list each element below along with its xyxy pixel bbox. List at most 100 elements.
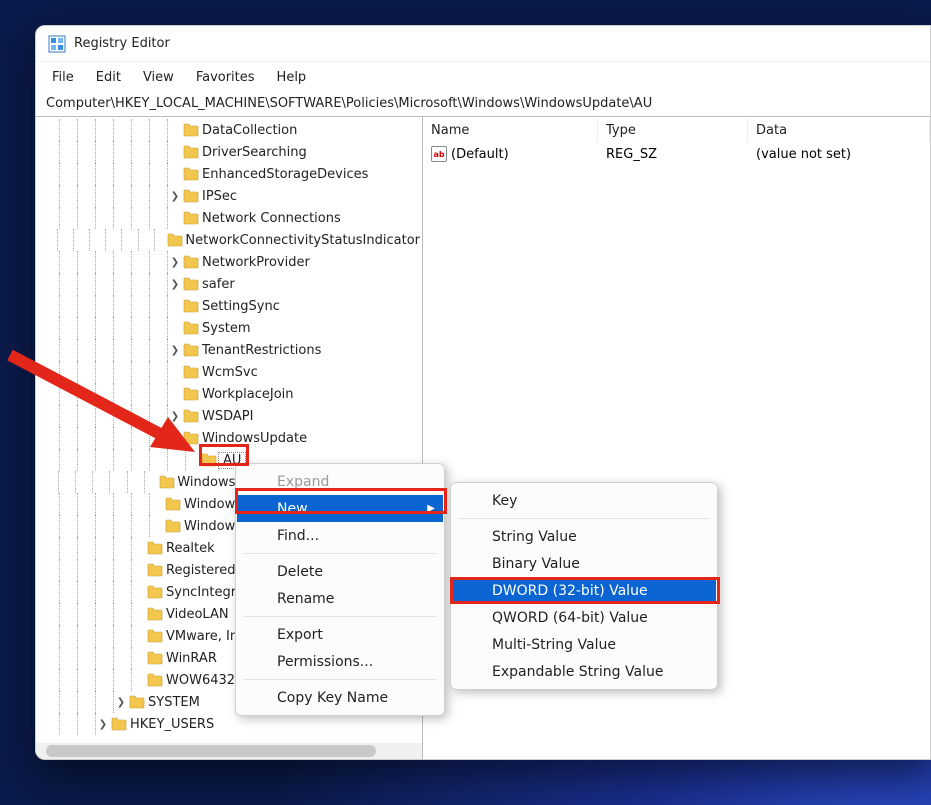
- expand-chevron-icon[interactable]: ❯: [96, 719, 110, 730]
- tree-node[interactable]: NetworkConnectivityStatusIndicator: [36, 229, 422, 251]
- tree-node[interactable]: ❯WSDAPI: [36, 405, 422, 427]
- submenu-item[interactable]: DWORD (32-bit) Value: [452, 577, 716, 604]
- tree-node-label: NetworkProvider: [200, 255, 312, 270]
- ctx-item[interactable]: New▶: [237, 495, 443, 522]
- expand-chevron-icon[interactable]: [132, 609, 146, 620]
- submenu-item[interactable]: Binary Value: [452, 550, 716, 577]
- expand-chevron-icon[interactable]: [168, 147, 182, 158]
- tree-node[interactable]: ❯ IPSec: [36, 185, 422, 207]
- tree-node[interactable]: WorkplaceJoin: [36, 383, 422, 405]
- tree-node[interactable]: SettingSync: [36, 295, 422, 317]
- value-row[interactable]: ab (Default) REG_SZ (value not set): [423, 143, 930, 165]
- folder-icon: [182, 409, 200, 423]
- folder-icon: [146, 651, 164, 665]
- folder-icon: [146, 673, 164, 687]
- address-bar[interactable]: Computer\HKEY_LOCAL_MACHINE\SOFTWARE\Pol…: [36, 92, 930, 117]
- tree-node-label: TenantRestrictions: [200, 343, 323, 358]
- expand-chevron-icon[interactable]: ❯: [168, 345, 182, 356]
- value-name: (Default): [451, 147, 509, 162]
- expand-chevron-icon[interactable]: [132, 631, 146, 642]
- expand-chevron-icon[interactable]: [132, 675, 146, 686]
- folder-icon: [146, 629, 164, 643]
- tree-node[interactable]: ❯ NetworkProvider: [36, 251, 422, 273]
- tree-node-label: WindowsUpdate: [200, 431, 309, 446]
- tree-node-label: IPSec: [200, 189, 239, 204]
- tree-node[interactable]: DataCollection: [36, 119, 422, 141]
- folder-icon: [146, 541, 164, 555]
- expand-chevron-icon[interactable]: ❯: [168, 257, 182, 268]
- ctx-item[interactable]: Copy Key Name: [237, 684, 443, 711]
- expand-chevron-icon[interactable]: [145, 477, 158, 488]
- expand-chevron-icon[interactable]: [132, 565, 146, 576]
- window-title: Registry Editor: [74, 36, 170, 51]
- submenu-item[interactable]: Key: [452, 487, 716, 514]
- submenu-item[interactable]: Expandable String Value: [452, 658, 716, 685]
- value-type: REG_SZ: [598, 145, 748, 164]
- ctx-item[interactable]: Rename: [237, 585, 443, 612]
- submenu-item[interactable]: Multi-String Value: [452, 631, 716, 658]
- ctx-item[interactable]: Export: [237, 621, 443, 648]
- col-name[interactable]: Name: [423, 119, 598, 142]
- expand-chevron-icon[interactable]: [186, 455, 200, 466]
- folder-icon: [182, 123, 200, 137]
- col-data[interactable]: Data: [748, 119, 930, 142]
- menu-view[interactable]: View: [133, 66, 184, 89]
- app-icon: [48, 35, 66, 53]
- tree-node[interactable]: WcmSvc: [36, 361, 422, 383]
- menu-file[interactable]: File: [42, 66, 84, 89]
- expand-chevron-icon[interactable]: [168, 125, 182, 136]
- expand-chevron-icon[interactable]: [150, 521, 164, 532]
- expand-chevron-icon[interactable]: [168, 301, 182, 312]
- folder-icon: [182, 189, 200, 203]
- tree-node[interactable]: ⌄ WindowsUpdate: [36, 427, 422, 449]
- submenu-item[interactable]: String Value: [452, 523, 716, 550]
- tree-node[interactable]: ❯ HKEY_USERS: [36, 713, 422, 735]
- tree-node[interactable]: System: [36, 317, 422, 339]
- tree-node[interactable]: ❯safer: [36, 273, 422, 295]
- list-header: Name Type Data: [423, 117, 930, 143]
- menu-help[interactable]: Help: [267, 66, 317, 89]
- expand-chevron-icon[interactable]: ⌄: [168, 433, 182, 444]
- tree-hscrollbar[interactable]: [36, 743, 422, 759]
- folder-icon: [182, 299, 200, 313]
- expand-chevron-icon[interactable]: [150, 499, 164, 510]
- ctx-item[interactable]: Permissions...: [237, 648, 443, 675]
- expand-chevron-icon[interactable]: [132, 653, 146, 664]
- new-submenu: Key String ValueBinary ValueDWORD (32-bit…: [450, 482, 718, 690]
- expand-chevron-icon[interactable]: ❯: [114, 697, 128, 708]
- menu-edit[interactable]: Edit: [86, 66, 131, 89]
- ctx-item[interactable]: Delete: [237, 558, 443, 585]
- expand-chevron-icon[interactable]: [168, 323, 182, 334]
- expand-chevron-icon[interactable]: ❯: [168, 279, 182, 290]
- folder-icon: [182, 321, 200, 335]
- ctx-item[interactable]: Find...: [237, 522, 443, 549]
- submenu-item[interactable]: QWORD (64-bit) Value: [452, 604, 716, 631]
- tree-node[interactable]: Network Connections: [36, 207, 422, 229]
- expand-chevron-icon[interactable]: [168, 169, 182, 180]
- expand-chevron-icon[interactable]: [168, 367, 182, 378]
- scrollbar-thumb[interactable]: [46, 745, 376, 757]
- expand-chevron-icon[interactable]: [132, 587, 146, 598]
- tree-node[interactable]: ❯ TenantRestrictions: [36, 339, 422, 361]
- menu-favorites[interactable]: Favorites: [186, 66, 265, 89]
- tree-node-label: DriverSearching: [200, 145, 309, 160]
- tree-node-label: SYSTEM: [146, 695, 202, 710]
- expand-chevron-icon[interactable]: [168, 389, 182, 400]
- expand-chevron-icon[interactable]: ❯: [168, 191, 182, 202]
- expand-chevron-icon[interactable]: [155, 235, 168, 246]
- folder-icon: [146, 563, 164, 577]
- tree-node-label: HKEY_USERS: [128, 717, 216, 732]
- folder-icon: [200, 453, 218, 467]
- tree-node-label: EnhancedStorageDevices: [200, 167, 370, 182]
- titlebar[interactable]: Registry Editor: [36, 26, 930, 62]
- folder-icon: [182, 365, 200, 379]
- folder-icon: [182, 255, 200, 269]
- col-type[interactable]: Type: [598, 119, 748, 142]
- regsz-icon: ab: [431, 146, 447, 162]
- folder-icon: [182, 431, 200, 445]
- expand-chevron-icon[interactable]: [168, 213, 182, 224]
- tree-node[interactable]: DriverSearching: [36, 141, 422, 163]
- tree-node[interactable]: EnhancedStorageDevices: [36, 163, 422, 185]
- expand-chevron-icon[interactable]: ❯: [168, 411, 182, 422]
- expand-chevron-icon[interactable]: [132, 543, 146, 554]
